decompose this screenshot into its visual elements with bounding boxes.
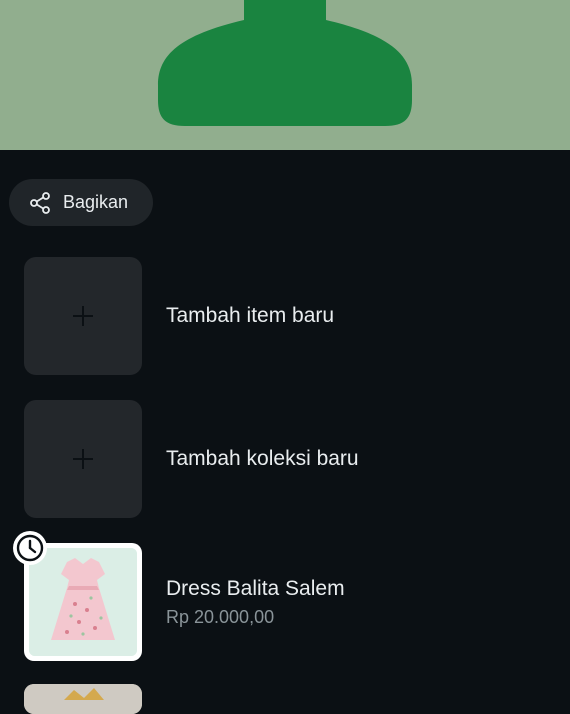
add-collection-row[interactable]: Tambah koleksi baru bbox=[24, 399, 544, 519]
share-icon bbox=[30, 191, 50, 214]
plus-icon bbox=[73, 306, 93, 326]
add-collection-label: Tambah koleksi baru bbox=[166, 447, 359, 470]
cover-banner bbox=[0, 0, 570, 150]
share-button[interactable]: Bagikan bbox=[9, 179, 153, 226]
add-collection-tile[interactable] bbox=[24, 400, 142, 518]
product-row[interactable]: Dress Balita Salem Rp 20.000,00 bbox=[13, 531, 544, 662]
next-product-thumbnail[interactable] bbox=[24, 684, 142, 714]
share-label: Bagikan bbox=[63, 192, 129, 212]
cover-shape bbox=[158, 0, 412, 126]
clock-icon bbox=[13, 531, 47, 565]
next-product-image bbox=[24, 684, 142, 714]
product-name: Dress Balita Salem bbox=[166, 576, 345, 600]
plus-icon bbox=[73, 449, 93, 469]
product-thumbnail[interactable] bbox=[13, 531, 142, 661]
add-item-row[interactable]: Tambah item baru bbox=[24, 256, 544, 376]
product-price: Rp 20.000,00 bbox=[166, 606, 275, 627]
add-item-label: Tambah item baru bbox=[166, 304, 335, 327]
add-item-tile[interactable] bbox=[24, 257, 142, 375]
